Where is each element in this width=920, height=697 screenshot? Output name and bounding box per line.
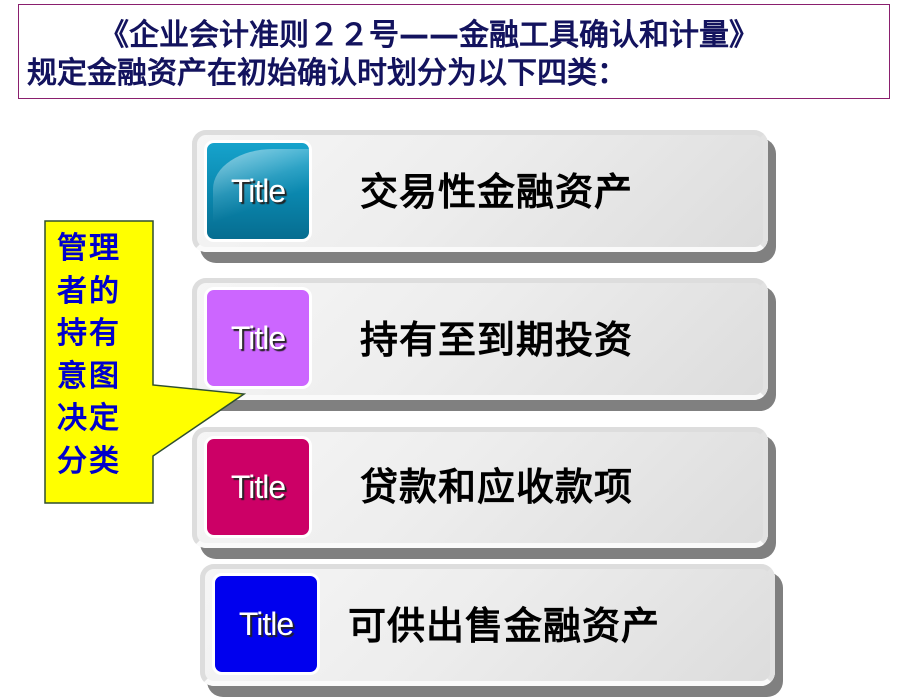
header-box: 《企业会计准则２２号——金融工具确认和计量》 规定金融资产在初始确认时划分为以下… bbox=[18, 4, 890, 99]
badge-label: Title bbox=[238, 605, 294, 642]
category-label: 贷款和应收款项 bbox=[360, 465, 634, 509]
badge-trading: Title bbox=[204, 140, 312, 242]
category-panel-loans-receivables[interactable]: Title 贷款和应收款项 bbox=[192, 427, 768, 548]
category-label: 可供出售金融资产 bbox=[348, 604, 661, 648]
category-label: 持有至到期投资 bbox=[360, 318, 634, 362]
category-panel-trading[interactable]: Title 交易性金融资产 bbox=[192, 130, 768, 252]
category-panel-held-to-maturity[interactable]: Title 持有至到期投资 bbox=[192, 278, 768, 400]
badge-label: Title bbox=[230, 319, 286, 356]
header-line-2: 规定金融资产在初始确认时划分为以下四类： bbox=[27, 56, 627, 91]
badge-held-to-maturity: Title bbox=[204, 287, 312, 389]
badge-label: Title bbox=[230, 172, 286, 209]
category-label: 交易性金融资产 bbox=[360, 170, 634, 214]
header-line-1: 《企业会计准则２２号——金融工具确认和计量》 bbox=[99, 18, 759, 53]
badge-available-for-sale: Title bbox=[212, 573, 320, 675]
category-panel-available-for-sale[interactable]: Title 可供出售金融资产 bbox=[200, 564, 775, 686]
badge-label: Title bbox=[230, 468, 286, 505]
badge-loans-receivables: Title bbox=[204, 436, 312, 538]
callout-text: 管理者的持有意图决定分类 bbox=[57, 231, 121, 479]
